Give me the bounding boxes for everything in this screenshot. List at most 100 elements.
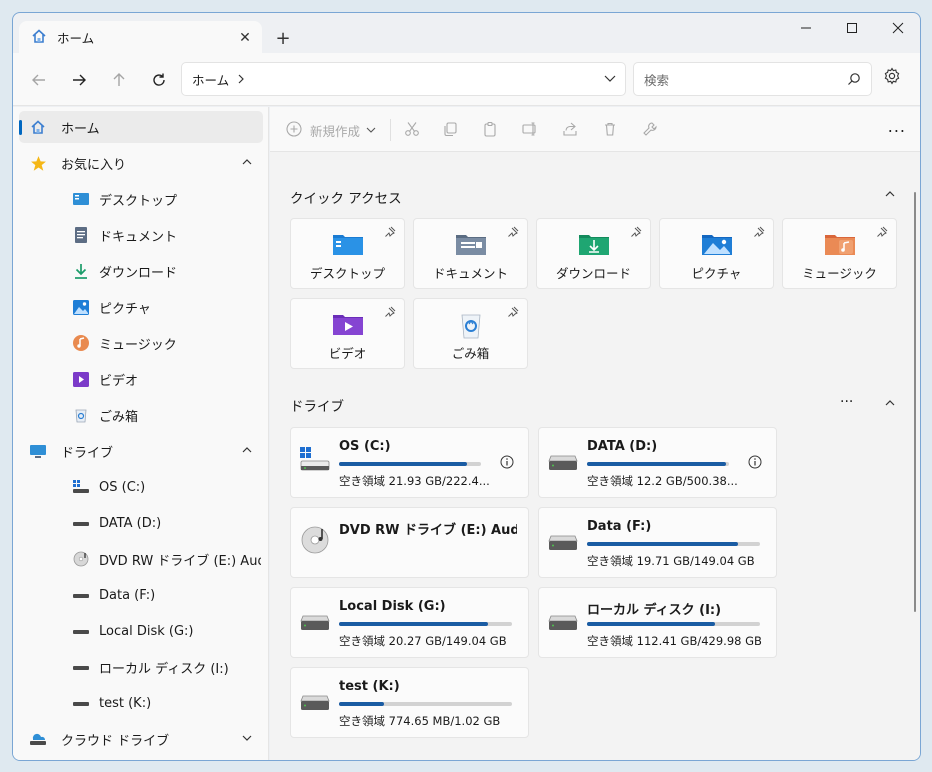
- sidebar-item-home[interactable]: ホーム: [19, 111, 263, 143]
- rename-button[interactable]: [522, 119, 538, 141]
- sidebar-item-music[interactable]: ミュージック: [19, 327, 263, 359]
- drive-free-space: 空き領域 12.2 GB/500.38...: [587, 474, 738, 488]
- address-bar[interactable]: ホーム: [181, 62, 626, 96]
- sidebar-item-drives[interactable]: ドライブ: [19, 435, 263, 467]
- sidebar-item-drive-i[interactable]: ローカル ディスク (I:): [19, 651, 263, 683]
- back-button[interactable]: [25, 66, 53, 94]
- sidebar-item-desktop[interactable]: デスクトップ: [19, 183, 263, 215]
- close-tab-icon[interactable]: ✕: [232, 25, 258, 51]
- search-input[interactable]: 検索: [633, 62, 872, 96]
- sidebar-item-pictures[interactable]: ピクチャ: [19, 291, 263, 323]
- drive-usage-bar: [587, 542, 760, 546]
- drive-card-i[interactable]: ローカル ディスク (I:) 空き領域 112.41 GB/429.98 GB: [538, 587, 777, 658]
- tab-home[interactable]: ホーム ✕: [19, 21, 262, 54]
- sidebar-item-cloud[interactable]: クラウド ドライブ: [19, 723, 263, 755]
- sidebar-item-downloads[interactable]: ダウンロード: [19, 255, 263, 287]
- cut-button[interactable]: [404, 119, 420, 141]
- music-folder-icon: [825, 231, 855, 257]
- chevron-up-icon[interactable]: [884, 397, 896, 413]
- add-circle-icon: [286, 120, 302, 140]
- sidebar-item-drive-f[interactable]: Data (F:): [19, 579, 263, 611]
- maximize-button[interactable]: [829, 13, 875, 43]
- sidebar-label-drives: ドライブ: [61, 445, 114, 461]
- chevron-up-icon[interactable]: [884, 188, 896, 204]
- sidebar-label: Local Disk (G:): [99, 623, 194, 639]
- drive-card-k[interactable]: test (K:) 空き領域 774.65 MB/1.02 GB: [290, 667, 529, 738]
- download-icon: [72, 262, 90, 280]
- search-icon[interactable]: [847, 72, 861, 89]
- pin-icon[interactable]: [507, 306, 519, 322]
- downloads-folder-icon: [579, 231, 609, 257]
- drive-usage-fill: [339, 462, 467, 466]
- share-icon: [562, 121, 578, 140]
- sidebar-label: ピクチャ: [99, 301, 151, 317]
- properties-button[interactable]: [642, 119, 658, 141]
- copy-button[interactable]: [442, 119, 458, 141]
- pin-icon[interactable]: [384, 226, 396, 242]
- tile-label: ミュージック: [802, 266, 877, 281]
- drive-name: DATA (D:): [587, 439, 658, 454]
- quick-access-tile-music[interactable]: ミュージック: [782, 218, 897, 289]
- quick-access-tile-downloads[interactable]: ダウンロード: [536, 218, 651, 289]
- chevron-down-icon[interactable]: [241, 732, 253, 748]
- minimize-button[interactable]: [783, 13, 829, 43]
- sidebar-item-drive-c[interactable]: OS (C:): [19, 471, 263, 503]
- more-options-button[interactable]: ...: [888, 117, 906, 136]
- new-button[interactable]: 新規作成: [286, 119, 376, 141]
- pin-icon[interactable]: [384, 306, 396, 322]
- chevron-down-icon[interactable]: [603, 71, 617, 88]
- quick-access-tile-desktop[interactable]: デスクトップ: [290, 218, 405, 289]
- quick-access-tile-recycle-bin[interactable]: ごみ箱: [413, 298, 528, 369]
- quick-access-tile-videos[interactable]: ビデオ: [290, 298, 405, 369]
- drive-card-g[interactable]: Local Disk (G:) 空き領域 20.27 GB/149.04 GB: [290, 587, 529, 658]
- info-icon[interactable]: [500, 455, 514, 473]
- gear-icon[interactable]: [883, 67, 901, 89]
- vertical-scrollbar[interactable]: [914, 192, 916, 612]
- refresh-button[interactable]: [145, 66, 173, 94]
- star-icon: [29, 154, 47, 172]
- sidebar-item-favorites[interactable]: お気に入り: [19, 147, 263, 179]
- copy-icon: [442, 121, 458, 140]
- paste-button[interactable]: [482, 119, 498, 141]
- pin-icon[interactable]: [876, 226, 888, 242]
- drive-card-f[interactable]: Data (F:) 空き領域 19.71 GB/149.04 GB: [538, 507, 777, 578]
- sidebar-label-home: ホーム: [61, 121, 100, 137]
- delete-button[interactable]: [602, 119, 618, 141]
- chevron-up-icon[interactable]: [241, 444, 253, 460]
- drive-card-e[interactable]: DVD RW ドライブ (E:) Audi...: [290, 507, 529, 578]
- recycle-bin-icon: [456, 311, 486, 339]
- pin-icon[interactable]: [753, 226, 765, 242]
- hard-drive-icon: [72, 658, 90, 676]
- sidebar-label: test (K:): [99, 695, 152, 711]
- sidebar-item-drive-d[interactable]: DATA (D:): [19, 507, 263, 539]
- breadcrumb-home[interactable]: ホーム: [192, 70, 229, 89]
- chevron-up-icon[interactable]: [241, 156, 253, 172]
- pin-icon[interactable]: [507, 226, 519, 242]
- quick-access-tile-documents[interactable]: ドキュメント: [413, 218, 528, 289]
- navigation-pane: ホーム お気に入り デスクトップ ドキュメント ダウンロード ピクチャ ミュージ…: [13, 107, 269, 760]
- new-tab-button[interactable]: +: [271, 26, 295, 50]
- sidebar-item-drive-e[interactable]: DVD RW ドライブ (E:) Aud: [19, 543, 263, 575]
- drive-card-d[interactable]: DATA (D:) 空き領域 12.2 GB/500.38...: [538, 427, 777, 498]
- info-icon[interactable]: [748, 455, 762, 473]
- tile-label: ビデオ: [328, 346, 367, 361]
- sidebar-item-recycle-bin[interactable]: ごみ箱: [19, 399, 263, 431]
- quick-access-tile-pictures[interactable]: ピクチャ: [659, 218, 774, 289]
- sidebar-item-drive-g[interactable]: Local Disk (G:): [19, 615, 263, 647]
- windows-drive-icon: [300, 445, 330, 475]
- share-button[interactable]: [562, 119, 578, 141]
- forward-button[interactable]: [65, 66, 93, 94]
- windows-drive-icon: [72, 478, 90, 496]
- drive-usage-fill: [587, 462, 727, 466]
- drive-card-c[interactable]: OS (C:) 空き領域 21.93 GB/222.4...: [290, 427, 529, 498]
- pictures-folder-icon: [702, 231, 732, 257]
- up-button[interactable]: [105, 66, 133, 94]
- tile-label: ごみ箱: [451, 346, 490, 361]
- close-window-button[interactable]: [875, 13, 920, 43]
- sidebar-item-videos[interactable]: ビデオ: [19, 363, 263, 395]
- sidebar-item-documents[interactable]: ドキュメント: [19, 219, 263, 251]
- sidebar-item-drive-k[interactable]: test (K:): [19, 687, 263, 719]
- drives-more-button[interactable]: ...: [840, 390, 853, 406]
- pin-icon[interactable]: [630, 226, 642, 242]
- drive-name: Data (F:): [587, 519, 652, 534]
